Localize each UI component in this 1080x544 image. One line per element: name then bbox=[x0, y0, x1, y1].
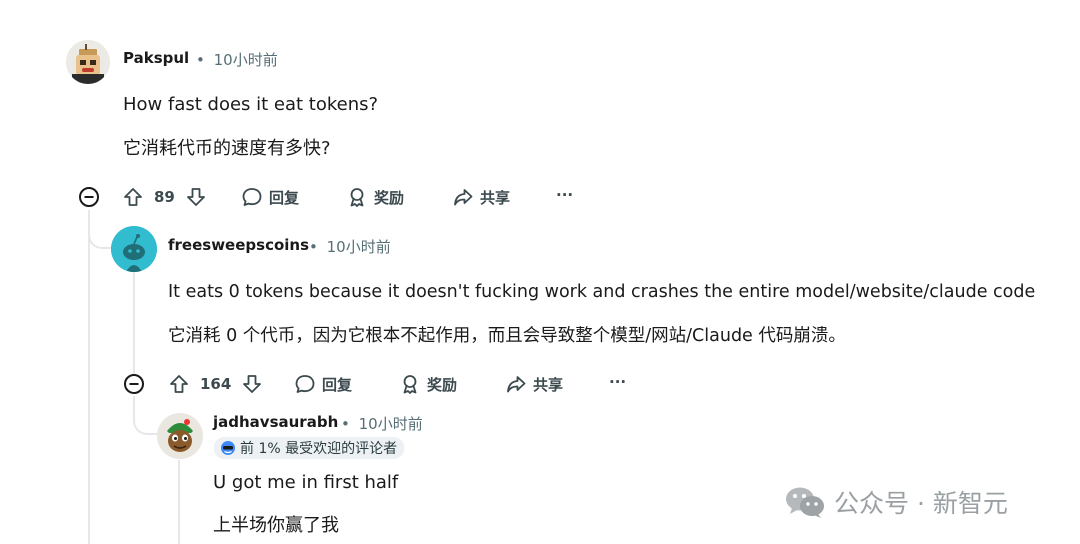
watermark-text: 公众号 · 新智元 bbox=[834, 489, 1008, 518]
timestamp: 10小时前 bbox=[326, 238, 391, 256]
share-label: 共享 bbox=[533, 375, 564, 394]
award-label: 奖励 bbox=[374, 188, 405, 207]
share-label: 共享 bbox=[480, 188, 511, 207]
award-icon bbox=[403, 375, 417, 394]
avatar[interactable] bbox=[66, 40, 110, 84]
upvote-icon[interactable] bbox=[168, 373, 190, 395]
reply-button[interactable]: 回复 bbox=[241, 186, 299, 208]
thread-line-2 bbox=[133, 270, 135, 376]
username[interactable]: Pakspul bbox=[123, 49, 189, 67]
reply-label: 回复 bbox=[322, 375, 353, 394]
downvote-icon[interactable] bbox=[241, 373, 263, 395]
thread-elbow-2 bbox=[133, 408, 157, 435]
more-icon: ··· bbox=[556, 186, 574, 204]
more-options-button[interactable]: ··· bbox=[609, 373, 626, 391]
timestamp: 10小时前 bbox=[358, 415, 423, 433]
share-button[interactable]: 共享 bbox=[505, 373, 563, 395]
vote-group: 89 bbox=[122, 186, 207, 208]
thread-elbow-1 bbox=[88, 222, 112, 249]
upvote-icon[interactable] bbox=[122, 186, 144, 208]
avatar[interactable] bbox=[111, 226, 157, 272]
share-icon bbox=[454, 189, 473, 206]
comment-time: • 10小时前 bbox=[341, 413, 423, 434]
top-commenter-icon bbox=[221, 441, 235, 455]
avatar[interactable] bbox=[157, 413, 203, 459]
comment-text-en: How fast does it eat tokens? bbox=[123, 94, 379, 115]
comment-bubble-icon bbox=[295, 375, 315, 393]
vote-count: 164 bbox=[200, 375, 232, 393]
separator: • bbox=[196, 51, 205, 69]
award-label: 奖励 bbox=[427, 375, 458, 394]
comment-bubble-icon bbox=[242, 188, 262, 206]
reply-label: 回复 bbox=[269, 188, 300, 207]
collapse-circle-icon bbox=[124, 374, 144, 394]
separator: • bbox=[309, 238, 318, 256]
username[interactable]: jadhavsaurabh bbox=[213, 413, 338, 431]
share-button[interactable]: 共享 bbox=[452, 186, 510, 208]
award-button[interactable]: 奖励 bbox=[399, 373, 457, 395]
comment-text-zh: 上半场你赢了我 bbox=[213, 515, 339, 536]
comment-text-zh: 它消耗代币的速度有多快? bbox=[123, 138, 331, 159]
flair-label: 前 1% 最受欢迎的评论者 bbox=[240, 441, 398, 457]
comment-time: • 10小时前 bbox=[196, 49, 278, 70]
username[interactable]: freesweepscoins bbox=[168, 236, 309, 254]
reply-button[interactable]: 回复 bbox=[294, 373, 352, 395]
share-icon bbox=[507, 376, 526, 393]
separator: • bbox=[341, 415, 350, 433]
comment-text-en: U got me in first half bbox=[213, 472, 399, 493]
collapse-circle-icon bbox=[79, 187, 99, 207]
avatar-pakspul-icon bbox=[66, 40, 110, 84]
more-options-button[interactable]: ··· bbox=[556, 186, 573, 204]
collapse-button[interactable] bbox=[78, 186, 100, 208]
comment-text-zh: 它消耗 0 个代币，因为它根本不起作用，而且会导致整个模型/网站/Claude … bbox=[168, 326, 846, 346]
wechat-logo-icon bbox=[786, 487, 824, 518]
avatar-jadhavsaurabh-icon bbox=[157, 413, 203, 459]
comment-text-en: It eats 0 tokens because it doesn't fuck… bbox=[168, 282, 1036, 302]
collapse-button[interactable] bbox=[123, 373, 145, 395]
more-icon: ··· bbox=[609, 373, 627, 391]
wechat-watermark: 公众号 · 新智元 bbox=[784, 484, 1008, 520]
downvote-icon[interactable] bbox=[185, 186, 207, 208]
thread-line-4 bbox=[178, 460, 180, 544]
comment-time: • 10小时前 bbox=[309, 236, 391, 257]
user-flair-badge: 前 1% 最受欢迎的评论者 bbox=[214, 437, 405, 459]
thread-line-1 bbox=[88, 210, 90, 544]
vote-count: 89 bbox=[154, 188, 175, 206]
timestamp: 10小时前 bbox=[213, 51, 278, 69]
award-icon bbox=[350, 188, 364, 207]
award-button[interactable]: 奖励 bbox=[346, 186, 404, 208]
vote-group: 164 bbox=[168, 373, 263, 395]
snoo-avatar-icon bbox=[111, 226, 157, 272]
thread-line-3 bbox=[133, 396, 135, 408]
